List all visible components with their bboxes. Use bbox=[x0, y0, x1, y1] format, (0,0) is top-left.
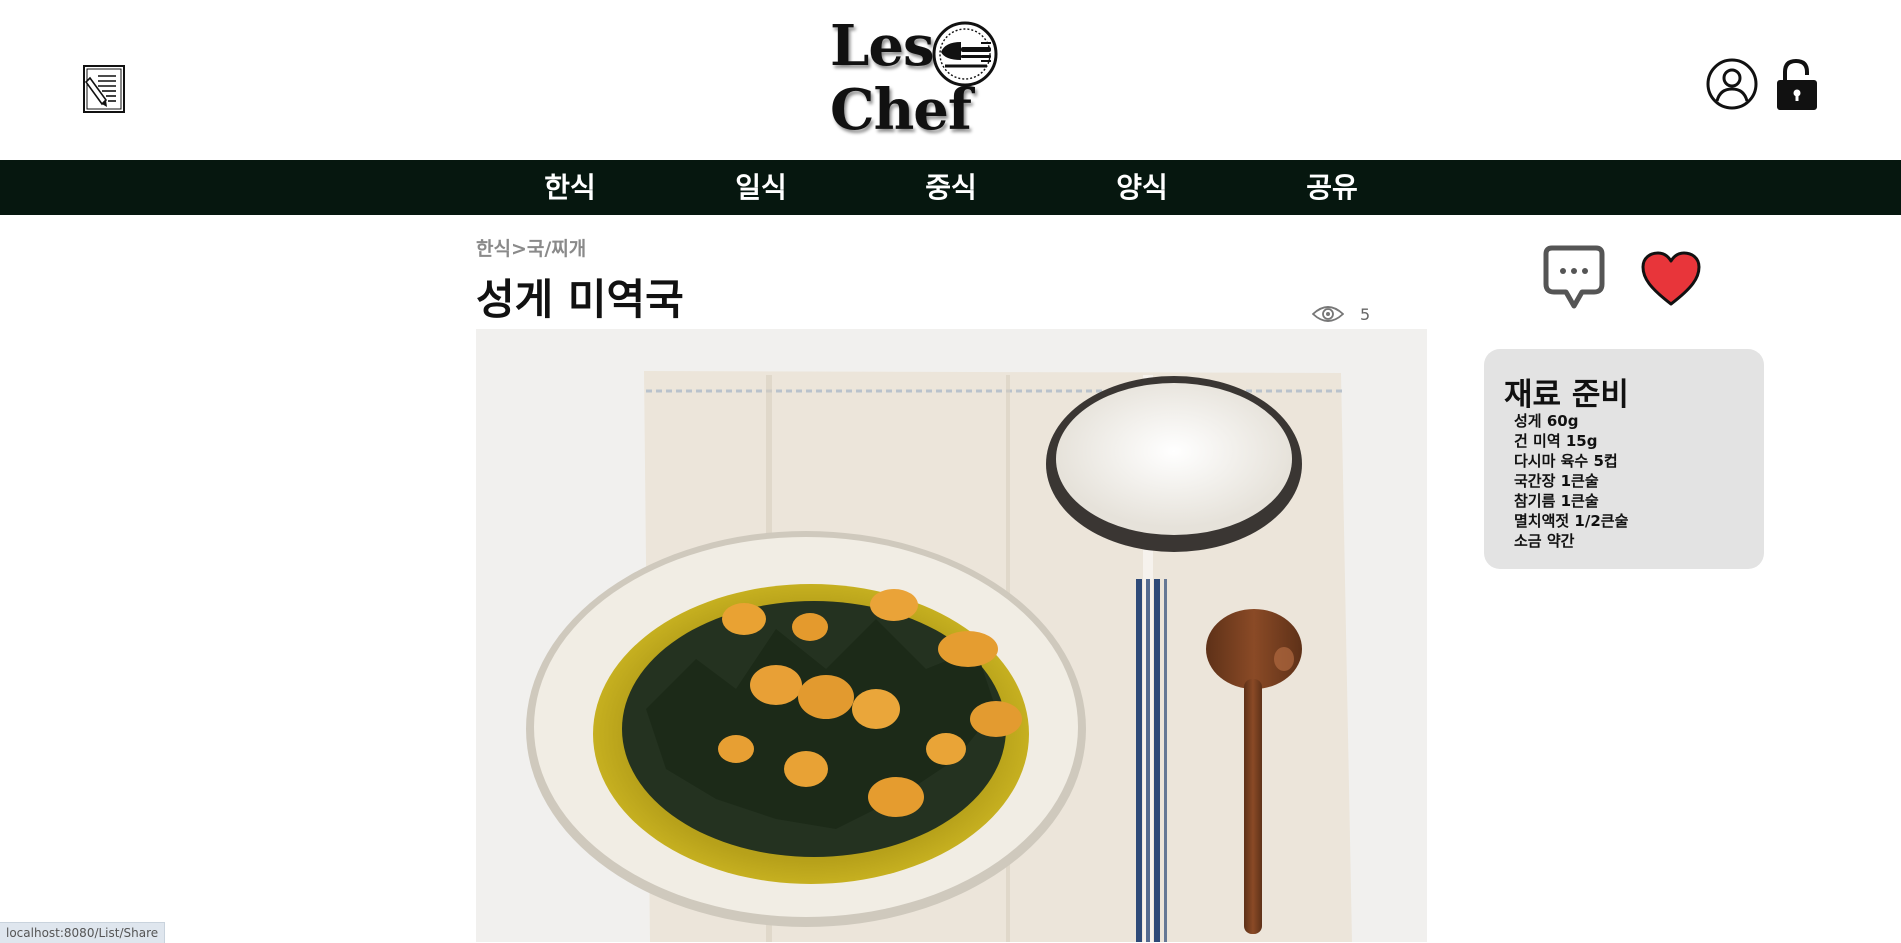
ingredient-item: 소금 약간 bbox=[1514, 532, 1575, 550]
nav-item-western[interactable]: 양식 bbox=[1087, 160, 1197, 215]
site-header: Les Chef bbox=[0, 0, 1901, 160]
breadcrumb-subcategory[interactable]: 국/찌개 bbox=[527, 238, 586, 260]
ingredients-list: 성게 60g 건 미역 15g 다시마 육수 5컵 국간장 1큰술 참기름 1큰… bbox=[1514, 411, 1628, 551]
view-count: 5 bbox=[1360, 304, 1371, 324]
nav-item-korean[interactable]: 한식 bbox=[515, 160, 625, 215]
logo-text-chef: Chef bbox=[830, 77, 972, 143]
write-recipe-icon[interactable] bbox=[80, 62, 128, 116]
nav-item-share[interactable]: 공유 bbox=[1277, 160, 1387, 215]
ingredient-item: 건 미역 15g bbox=[1514, 432, 1598, 450]
logo-plate-icon bbox=[932, 21, 998, 87]
breadcrumb: 한식>국/찌개 bbox=[476, 234, 586, 261]
seaweed-soup-image bbox=[476, 329, 1427, 942]
user-icon[interactable] bbox=[1706, 58, 1758, 110]
heart-icon[interactable] bbox=[1640, 250, 1702, 308]
ingredient-item: 멸치액젓 1/2큰술 bbox=[1514, 512, 1629, 530]
unlock-icon[interactable] bbox=[1775, 58, 1819, 112]
ingredient-item: 국간장 1큰술 bbox=[1514, 472, 1599, 490]
breadcrumb-category[interactable]: 한식 bbox=[476, 238, 511, 260]
breadcrumb-separator: > bbox=[510, 238, 527, 260]
site-logo[interactable]: Les Chef bbox=[828, 18, 1004, 142]
recipe-photo bbox=[476, 329, 1427, 942]
ingredients-heading: 재료 준비 bbox=[1504, 377, 1629, 413]
view-counter: 5 bbox=[1312, 302, 1370, 326]
ingredient-item: 다시마 육수 5컵 bbox=[1514, 452, 1618, 470]
logo-text-les: Les bbox=[830, 13, 935, 79]
comment-icon[interactable] bbox=[1542, 244, 1606, 312]
recipe-title: 성게 미역국 bbox=[476, 275, 684, 324]
nav-item-japanese[interactable]: 일식 bbox=[706, 160, 816, 215]
ingredient-item: 참기름 1큰술 bbox=[1514, 492, 1599, 510]
nav-item-chinese[interactable]: 중식 bbox=[896, 160, 1006, 215]
browser-status-url: localhost:8080/List/Share bbox=[0, 922, 166, 943]
ingredients-panel: 재료 준비 성게 60g 건 미역 15g 다시마 육수 5컵 국간장 1큰술 … bbox=[1484, 349, 1764, 569]
category-nav: 한식 일식 중식 양식 공유 bbox=[0, 160, 1901, 215]
ingredient-item: 성게 60g bbox=[1514, 412, 1579, 430]
eye-icon bbox=[1312, 306, 1344, 322]
